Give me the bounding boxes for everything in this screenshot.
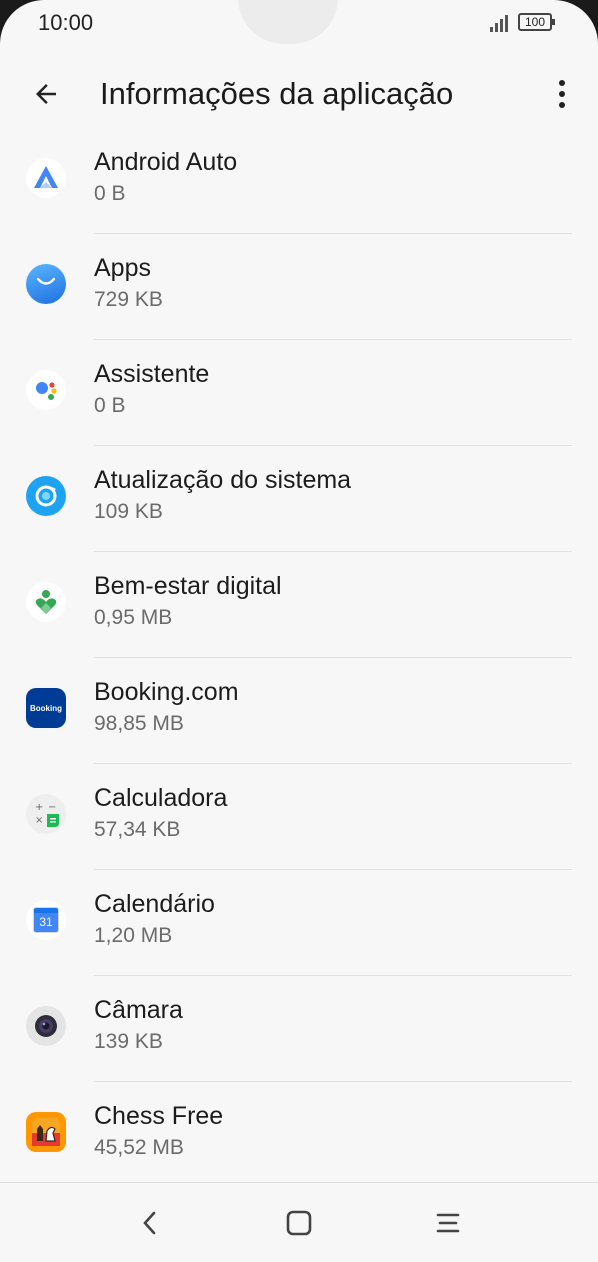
app-name: Assistente <box>94 360 210 388</box>
list-item[interactable]: Android Auto 0 B <box>0 128 598 234</box>
app-list: Android Auto 0 B Apps 729 KB Assistente … <box>0 128 598 1188</box>
list-item[interactable]: Booking Booking.com 98,85 MB <box>0 658 598 764</box>
list-item[interactable]: Apps 729 KB <box>0 234 598 340</box>
app-size: 1,20 MB <box>94 924 173 947</box>
assistant-icon <box>26 370 66 410</box>
app-size: 139 KB <box>94 1030 163 1053</box>
list-item[interactable]: Bem-estar digital 0,95 MB <box>0 552 598 658</box>
nav-menu-button[interactable] <box>428 1201 468 1245</box>
app-name: Android Auto <box>94 148 238 176</box>
status-bar: 10:00 100 <box>0 0 598 48</box>
navigation-bar <box>0 1182 598 1262</box>
status-time: 10:00 <box>38 10 94 35</box>
menu-icon <box>436 1213 460 1233</box>
app-name: Calculadora <box>94 784 228 812</box>
app-size: 0 B <box>94 182 126 205</box>
app-name: Chess Free <box>94 1102 224 1130</box>
arrow-left-icon <box>36 84 56 104</box>
app-name: Bem-estar digital <box>94 572 282 600</box>
digital-wellbeing-icon <box>26 582 66 622</box>
list-item[interactable]: 31 Calendário 1,20 MB <box>0 870 598 976</box>
app-name: Apps <box>94 254 151 282</box>
calculator-icon: + − × <box>26 794 66 834</box>
list-item[interactable]: Assistente 0 B <box>0 340 598 446</box>
list-item[interactable]: Câmara 139 KB <box>0 976 598 1082</box>
more-vert-icon <box>559 80 565 86</box>
home-square-icon <box>286 1210 312 1236</box>
app-name: Booking.com <box>94 678 239 706</box>
chess-icon <box>26 1112 66 1152</box>
battery-icon: 100 <box>518 13 555 31</box>
system-update-icon <box>26 476 66 516</box>
app-size: 109 KB <box>94 500 163 523</box>
app-size: 729 KB <box>94 288 163 311</box>
calendar-icon: 31 <box>26 900 66 940</box>
back-button[interactable] <box>24 72 68 116</box>
app-bar: Informações da aplicação <box>0 60 598 130</box>
more-options-button[interactable] <box>548 74 576 114</box>
app-size: 0 B <box>94 394 126 417</box>
camera-icon <box>26 1006 66 1046</box>
page-title: Informações da aplicação <box>100 76 454 111</box>
list-item[interactable]: Chess Free 45,52 MB <box>0 1082 598 1188</box>
calendar-icon-date: 31 <box>34 913 58 932</box>
booking-icon: Booking <box>26 688 66 728</box>
svg-text:−: − <box>48 802 56 813</box>
nav-back-button[interactable] <box>130 1201 170 1245</box>
app-size: 57,34 KB <box>94 818 181 841</box>
apps-store-icon <box>26 264 66 304</box>
booking-icon-text: Booking <box>30 703 62 713</box>
app-size: 98,85 MB <box>94 712 184 735</box>
list-item[interactable]: + − × Calculadora 57,34 KB <box>0 764 598 870</box>
android-auto-icon <box>26 158 66 198</box>
svg-text:×: × <box>35 815 43 826</box>
app-size: 45,52 MB <box>94 1136 184 1159</box>
app-name: Câmara <box>94 996 183 1024</box>
svg-text:+: + <box>35 802 43 813</box>
signal-icon <box>490 14 512 32</box>
chevron-left-icon <box>143 1211 156 1235</box>
screen: 10:00 100 Informações da aplicação Andro… <box>0 0 598 1262</box>
app-name: Calendário <box>94 890 215 918</box>
nav-home-button[interactable] <box>279 1201 319 1245</box>
list-item[interactable]: Atualização do sistema 109 KB <box>0 446 598 552</box>
app-size: 0,95 MB <box>94 606 173 629</box>
app-name: Atualização do sistema <box>94 466 352 494</box>
